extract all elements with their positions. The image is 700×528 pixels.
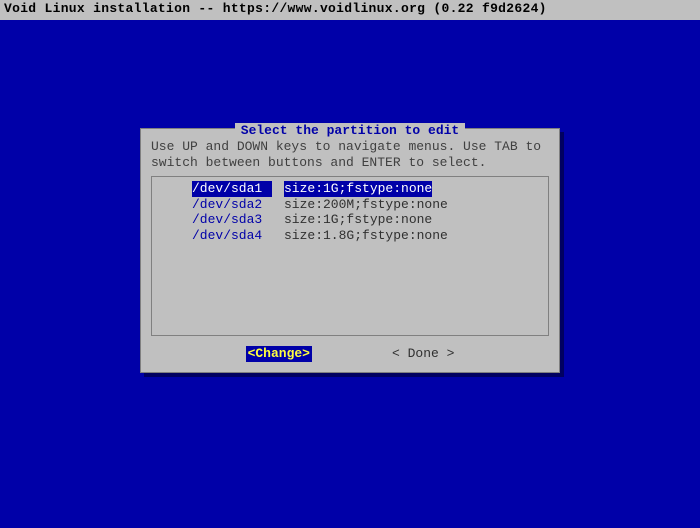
partition-dialog: Select the partition to edit Use UP and … [140,128,560,373]
partition-device: /dev/sda4 [192,228,272,244]
done-button[interactable]: < Done > [392,346,454,362]
partition-device: /dev/sda3 [192,212,272,228]
partition-row[interactable]: /dev/sda1 size:1G;fstype:none [188,181,542,197]
partition-info: size:200M;fstype:none [284,197,448,213]
dialog-title: Select the partition to edit [235,123,465,139]
partition-device: /dev/sda2 [192,197,272,213]
terminal-screen: Void Linux installation -- https://www.v… [0,0,700,528]
partition-row[interactable]: /dev/sda3 size:1G;fstype:none [188,212,542,228]
partition-info: size:1.8G;fstype:none [284,228,448,244]
partition-row[interactable]: /dev/sda2 size:200M;fstype:none [188,197,542,213]
partition-device: /dev/sda1 [192,181,272,197]
dialog-buttons: <Change> < Done > [143,340,557,370]
titlebar-text: Void Linux installation -- https://www.v… [4,1,547,16]
dialog-instructions: Use UP and DOWN keys to navigate menus. … [143,137,557,176]
partition-list[interactable]: /dev/sda1 size:1G;fstype:none /dev/sda2 … [151,176,549,336]
partition-info: size:1G;fstype:none [284,181,432,197]
partition-row[interactable]: /dev/sda4 size:1.8G;fstype:none [188,228,542,244]
change-button[interactable]: <Change> [246,346,312,362]
partition-info: size:1G;fstype:none [284,212,432,228]
titlebar: Void Linux installation -- https://www.v… [0,0,700,20]
